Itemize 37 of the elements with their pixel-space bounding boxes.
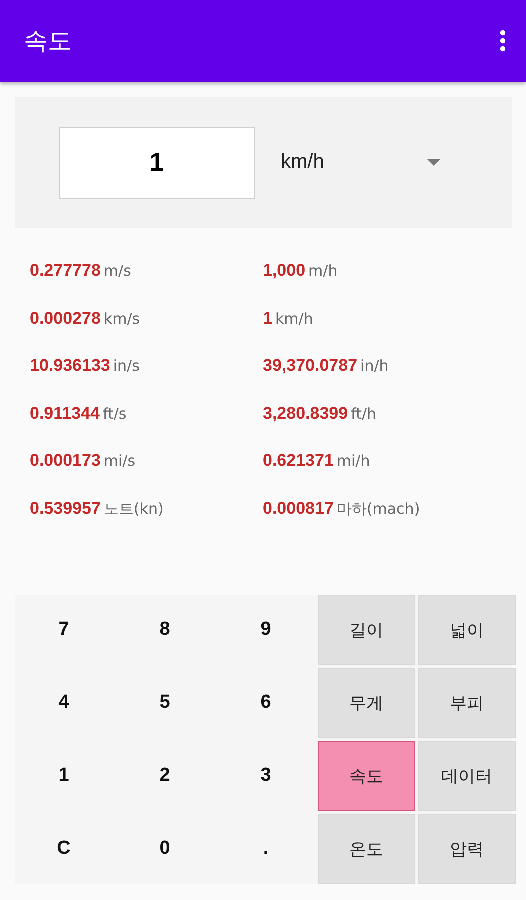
digit-key[interactable]: 8 [116, 595, 214, 665]
digit-key[interactable]: 6 [217, 668, 315, 738]
digit-key[interactable]: 2 [116, 741, 214, 811]
digit-key[interactable]: C [15, 814, 113, 884]
result-item: 0.000817 마하(mach) [263, 498, 422, 520]
category-button[interactable]: 부피 [418, 668, 516, 738]
digit-key[interactable]: 4 [15, 668, 113, 738]
category-button[interactable]: 길이 [318, 595, 415, 665]
dropdown-caret-icon [427, 159, 441, 166]
category-button[interactable]: 속도 [318, 741, 415, 811]
digit-key[interactable]: 1 [15, 741, 113, 811]
digit-key[interactable]: 3 [217, 741, 315, 811]
result-item: 0.277778 m/s [30, 261, 132, 282]
result-item: 0.539957 노트(kn) [30, 498, 165, 520]
digit-key[interactable]: 9 [217, 595, 315, 665]
result-item: 0.621371 mi/h [263, 451, 372, 472]
category-button[interactable]: 온도 [318, 814, 415, 884]
result-item: 3,280.8399 ft/h [263, 404, 378, 424]
app-title: 속도 [24, 26, 72, 57]
category-button[interactable]: 무게 [318, 668, 415, 738]
result-item: 10.936133 in/s [30, 356, 141, 377]
digit-key[interactable]: 5 [116, 668, 214, 738]
result-item: 0.000278 km/s [30, 308, 142, 330]
category-button[interactable]: 데이터 [418, 741, 516, 811]
value-input[interactable]: 1 [59, 126, 255, 198]
digit-key[interactable]: . [217, 814, 315, 884]
digit-key[interactable]: 0 [116, 814, 214, 884]
result-item: 39,370.0787 in/h [263, 356, 390, 377]
more-vert-icon [500, 30, 506, 52]
result-item: 0.000173 mi/s [30, 451, 137, 472]
category-button[interactable]: 압력 [418, 814, 516, 884]
category-button[interactable]: 넓이 [418, 595, 516, 665]
result-item: 1,000 m/h [263, 261, 339, 282]
digit-key[interactable]: 7 [15, 595, 113, 665]
result-item: 0.911344 ft/s [30, 404, 128, 424]
result-item: 1 km/h [263, 308, 314, 330]
unit-dropdown[interactable]: km/h [281, 151, 441, 174]
